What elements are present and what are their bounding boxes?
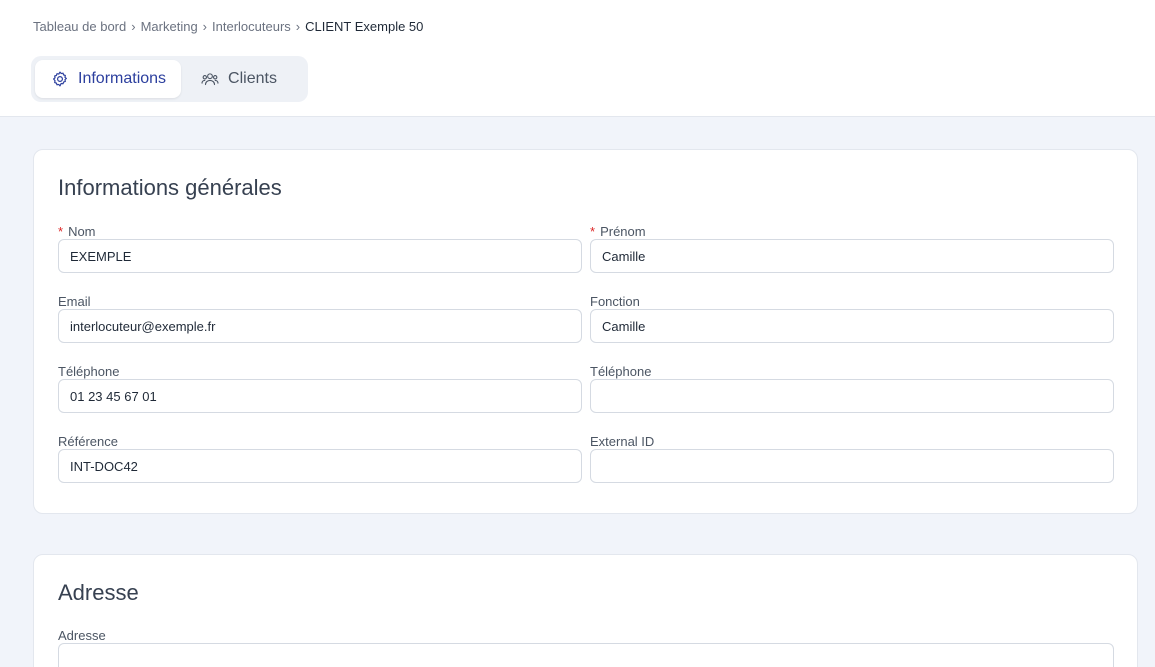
email-field-group: Email: [58, 294, 582, 343]
email-label: Email: [58, 294, 91, 309]
adresse-field-group: Adresse: [58, 628, 1114, 667]
telephone-field-group: Téléphone: [58, 364, 582, 413]
top-bar: Tableau de bord › Marketing › Interlocut…: [0, 0, 1155, 117]
tab-clients[interactable]: Clients: [185, 60, 292, 98]
fonction-input[interactable]: [590, 309, 1114, 343]
telephone-label: Téléphone: [58, 364, 120, 379]
breadcrumb-item-interlocuteurs[interactable]: Interlocuteurs: [212, 19, 291, 34]
breadcrumb-separator: ›: [202, 19, 208, 34]
nom-field-group: * Nom: [58, 224, 582, 273]
required-marker: *: [590, 224, 596, 239]
external-id-input[interactable]: [590, 449, 1114, 483]
tab-label: Informations: [78, 70, 167, 87]
reference-input[interactable]: [58, 449, 582, 483]
tab-label: Clients: [228, 70, 277, 87]
tab-bar: Informations Clients: [31, 56, 308, 102]
required-marker: *: [58, 224, 64, 239]
general-info-card: Informations générales *Nom *Prénom Emai…: [33, 149, 1138, 514]
breadcrumb-item-marketing[interactable]: Marketing: [141, 19, 198, 34]
external-id-label: External ID: [590, 434, 655, 449]
telephone-2-field-group: Téléphone: [590, 364, 1114, 413]
nom-input[interactable]: [58, 239, 582, 273]
section-title: Informations générales: [58, 175, 282, 200]
prenom-input[interactable]: [590, 239, 1114, 273]
breadcrumb-item-current: CLIENT Exemple 50: [305, 19, 424, 34]
adresse-input[interactable]: [58, 643, 1114, 667]
breadcrumb: Tableau de bord › Marketing › Interlocut…: [33, 19, 423, 34]
adresse-label: Adresse: [58, 628, 106, 643]
email-input[interactable]: [58, 309, 582, 343]
external-id-field-group: External ID: [590, 434, 1114, 483]
reference-field-group: Référence: [58, 434, 582, 483]
telephone-2-input[interactable]: [590, 379, 1114, 413]
telephone-2-label: Téléphone: [590, 364, 652, 379]
fonction-label: Fonction: [590, 294, 640, 309]
section-title: Adresse: [58, 580, 139, 605]
reference-label: Référence: [58, 434, 118, 449]
nom-label: * Nom: [58, 224, 96, 239]
fonction-field-group: Fonction: [590, 294, 1114, 343]
prenom-label: * Prénom: [590, 224, 646, 239]
address-card: Adresse Adresse: [33, 554, 1138, 667]
users-icon: [201, 70, 219, 88]
breadcrumb-item-dashboard[interactable]: Tableau de bord: [33, 19, 126, 34]
breadcrumb-separator: ›: [295, 19, 301, 34]
gear-icon: [51, 70, 69, 88]
tab-informations[interactable]: Informations: [35, 60, 182, 98]
breadcrumb-separator: ›: [131, 19, 136, 34]
telephone-input[interactable]: [58, 379, 582, 413]
prenom-field-group: * Prénom: [590, 224, 1114, 273]
